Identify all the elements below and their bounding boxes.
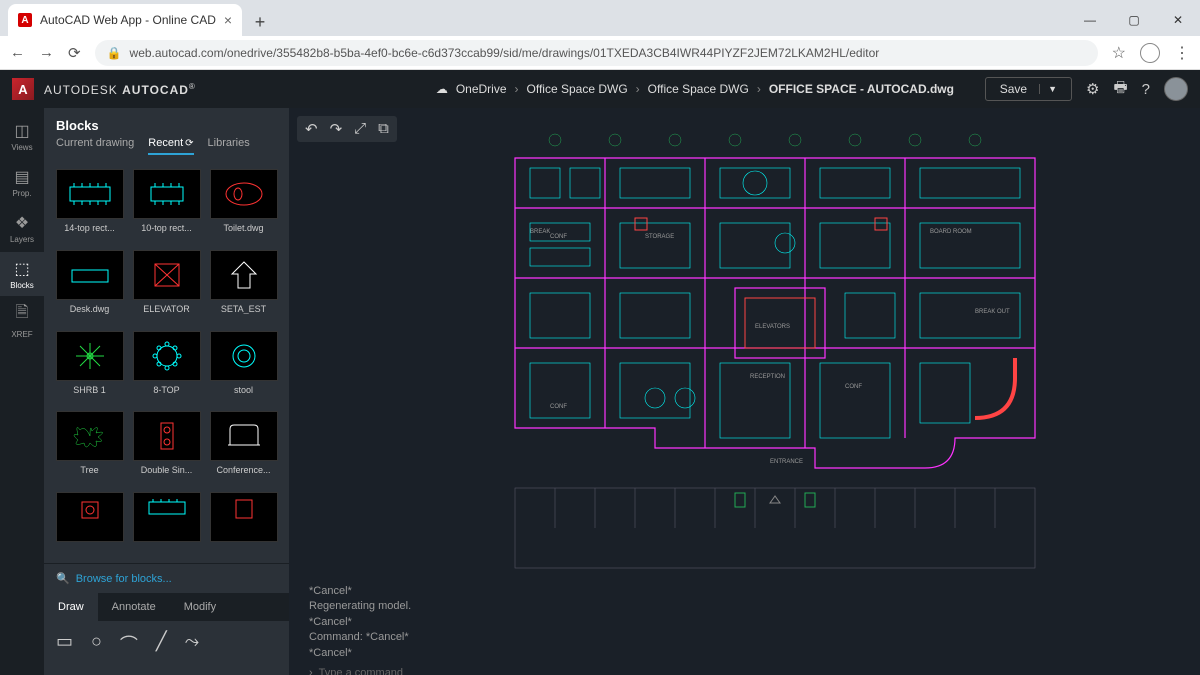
block-item[interactable]: 10-top rect... xyxy=(131,169,202,244)
close-window-button[interactable]: ✕ xyxy=(1156,4,1200,36)
chevron-right-icon: › xyxy=(309,667,313,675)
app-header: A AUTODESK AUTOCAD® ☁ OneDrive › Office … xyxy=(0,70,1200,108)
tab-draw[interactable]: Draw xyxy=(44,593,98,621)
svg-text:BREAK: BREAK xyxy=(530,229,550,235)
command-history: *Cancel* Regenerating model. *Cancel* Co… xyxy=(289,578,1200,663)
block-item[interactable]: SHRB 1 xyxy=(54,331,125,406)
url-text: web.autocad.com/onedrive/355482b8-b5ba-4… xyxy=(130,46,880,60)
breadcrumb-item[interactable]: OneDrive xyxy=(456,82,507,96)
blocks-panel: Blocks Current drawing Recent⟳ Libraries… xyxy=(44,108,289,675)
breadcrumb-item[interactable]: OFFICE SPACE - AUTOCAD.dwg xyxy=(769,82,954,96)
avatar[interactable] xyxy=(1164,77,1188,101)
gear-icon[interactable]: ⚙ xyxy=(1086,80,1099,98)
cloud-icon: ☁ xyxy=(436,82,448,96)
svg-text:BREAK OUT: BREAK OUT xyxy=(975,309,1010,315)
command-input-row[interactable]: › Type a command xyxy=(289,663,1200,675)
lock-icon: 🔒 xyxy=(107,46,122,60)
browse-blocks-link[interactable]: 🔍 Browse for blocks... xyxy=(44,563,289,593)
block-item[interactable] xyxy=(208,492,279,557)
tab-libraries[interactable]: Libraries xyxy=(208,137,250,155)
forward-icon[interactable]: → xyxy=(39,44,54,61)
tab-modify[interactable]: Modify xyxy=(170,593,230,621)
reload-icon[interactable]: ⟳ xyxy=(68,44,81,62)
svg-text:RECEPTION: RECEPTION xyxy=(750,374,785,380)
tab-current-drawing[interactable]: Current drawing xyxy=(56,137,134,155)
panel-tabs: Current drawing Recent⟳ Libraries xyxy=(44,137,289,163)
svg-text:CONF: CONF xyxy=(845,384,862,390)
svg-text:ELEVATORS: ELEVATORS xyxy=(755,324,790,330)
breadcrumb: ☁ OneDrive › Office Space DWG › Office S… xyxy=(436,82,954,96)
print-icon[interactable]: 🖶 xyxy=(1113,77,1127,102)
svg-text:STORAGE: STORAGE xyxy=(645,234,674,240)
svg-text:CONF: CONF xyxy=(550,404,567,410)
bookmark-icon[interactable]: ☆ xyxy=(1112,43,1126,63)
profile-icon[interactable] xyxy=(1140,43,1160,63)
command-input[interactable]: Type a command xyxy=(319,667,403,675)
tab-annotate[interactable]: Annotate xyxy=(98,593,170,621)
rail-properties[interactable]: ▤Prop. xyxy=(0,160,44,204)
rectangle-tool-icon[interactable]: ▭ xyxy=(56,631,73,657)
block-item[interactable]: stool xyxy=(208,331,279,406)
left-rail: ◫Views ▤Prop. ❖Layers ⬚Blocks 🗎XREF xyxy=(0,108,44,675)
maximize-button[interactable]: ▢ xyxy=(1112,4,1156,36)
url-field[interactable]: 🔒 web.autocad.com/onedrive/355482b8-b5ba… xyxy=(95,40,1098,66)
new-tab-button[interactable]: + xyxy=(246,8,274,36)
close-icon[interactable]: × xyxy=(224,12,232,28)
svg-text:ENTRANCE: ENTRANCE xyxy=(770,459,803,465)
draw-tools: ▭ ○ ⌒ ╱ ⤳ xyxy=(44,621,289,675)
refresh-icon[interactable]: ⟳ xyxy=(185,138,193,153)
drawing-canvas[interactable]: CONF STORAGE BOARD ROOM BREAK OUT ELEVAT… xyxy=(289,108,1200,578)
block-item[interactable]: 14-top rect... xyxy=(54,169,125,244)
blocks-grid: 14-top rect... 10-top rect... Toilet.dwg… xyxy=(44,163,289,563)
chevron-down-icon[interactable]: ▼ xyxy=(1039,84,1057,94)
help-icon[interactable]: ? xyxy=(1142,81,1150,98)
minimize-button[interactable]: — xyxy=(1068,4,1112,36)
brand-text: AUTODESK AUTOCAD® xyxy=(44,82,196,97)
browser-tab[interactable]: A AutoCAD Web App - Online CAD × xyxy=(8,4,242,36)
tab-recent[interactable]: Recent⟳ xyxy=(148,137,193,155)
rail-views[interactable]: ◫Views xyxy=(0,114,44,158)
canvas-toolbar: ↶ ↷ ⤢ ⧉ xyxy=(297,116,397,142)
tool-tabs: Draw Annotate Modify xyxy=(44,593,289,621)
block-item[interactable]: 8-TOP xyxy=(131,331,202,406)
block-item[interactable]: SETA_EST xyxy=(208,250,279,325)
browser-menu-icon[interactable]: ⋮ xyxy=(1174,43,1190,63)
rail-xref[interactable]: 🗎XREF xyxy=(0,298,44,342)
breadcrumb-item[interactable]: Office Space DWG xyxy=(648,82,749,96)
search-icon: 🔍 xyxy=(56,572,70,585)
block-item[interactable]: Double Sin... xyxy=(131,411,202,486)
redo-icon[interactable]: ↷ xyxy=(330,120,343,138)
block-item[interactable]: Desk.dwg xyxy=(54,250,125,325)
block-item[interactable]: Toilet.dwg xyxy=(208,169,279,244)
canvas-area: ↶ ↷ ⤢ ⧉ xyxy=(289,108,1200,675)
browser-address-bar: ← → ⟳ 🔒 web.autocad.com/onedrive/355482b… xyxy=(0,36,1200,70)
rail-layers[interactable]: ❖Layers xyxy=(0,206,44,250)
back-icon[interactable]: ← xyxy=(10,44,25,61)
block-item[interactable]: Tree xyxy=(54,411,125,486)
tab-title: AutoCAD Web App - Online CAD xyxy=(40,13,216,27)
undo-icon[interactable]: ↶ xyxy=(305,120,318,138)
block-item[interactable] xyxy=(131,492,202,557)
block-item[interactable] xyxy=(54,492,125,557)
polyline-tool-icon[interactable]: ⤳ xyxy=(185,631,199,657)
svg-text:CONF: CONF xyxy=(550,234,567,240)
circle-tool-icon[interactable]: ○ xyxy=(91,631,102,657)
rail-blocks[interactable]: ⬚Blocks xyxy=(0,252,44,296)
svg-text:BOARD ROOM: BOARD ROOM xyxy=(930,229,972,235)
zoom-window-icon[interactable]: ⧉ xyxy=(378,120,389,138)
autodesk-logo: A xyxy=(12,78,34,100)
autocad-favicon: A xyxy=(18,13,32,27)
breadcrumb-item[interactable]: Office Space DWG xyxy=(527,82,628,96)
browser-tab-strip: A AutoCAD Web App - Online CAD × + — ▢ ✕ xyxy=(0,0,1200,36)
zoom-extents-icon[interactable]: ⤢ xyxy=(354,120,366,138)
save-button[interactable]: Save▼ xyxy=(985,77,1072,101)
block-item[interactable]: Conference... xyxy=(208,411,279,486)
block-item[interactable]: ELEVATOR xyxy=(131,250,202,325)
line-tool-icon[interactable]: ╱ xyxy=(156,631,167,657)
arc-tool-icon[interactable]: ⌒ xyxy=(120,631,138,657)
panel-title: Blocks xyxy=(44,108,289,137)
